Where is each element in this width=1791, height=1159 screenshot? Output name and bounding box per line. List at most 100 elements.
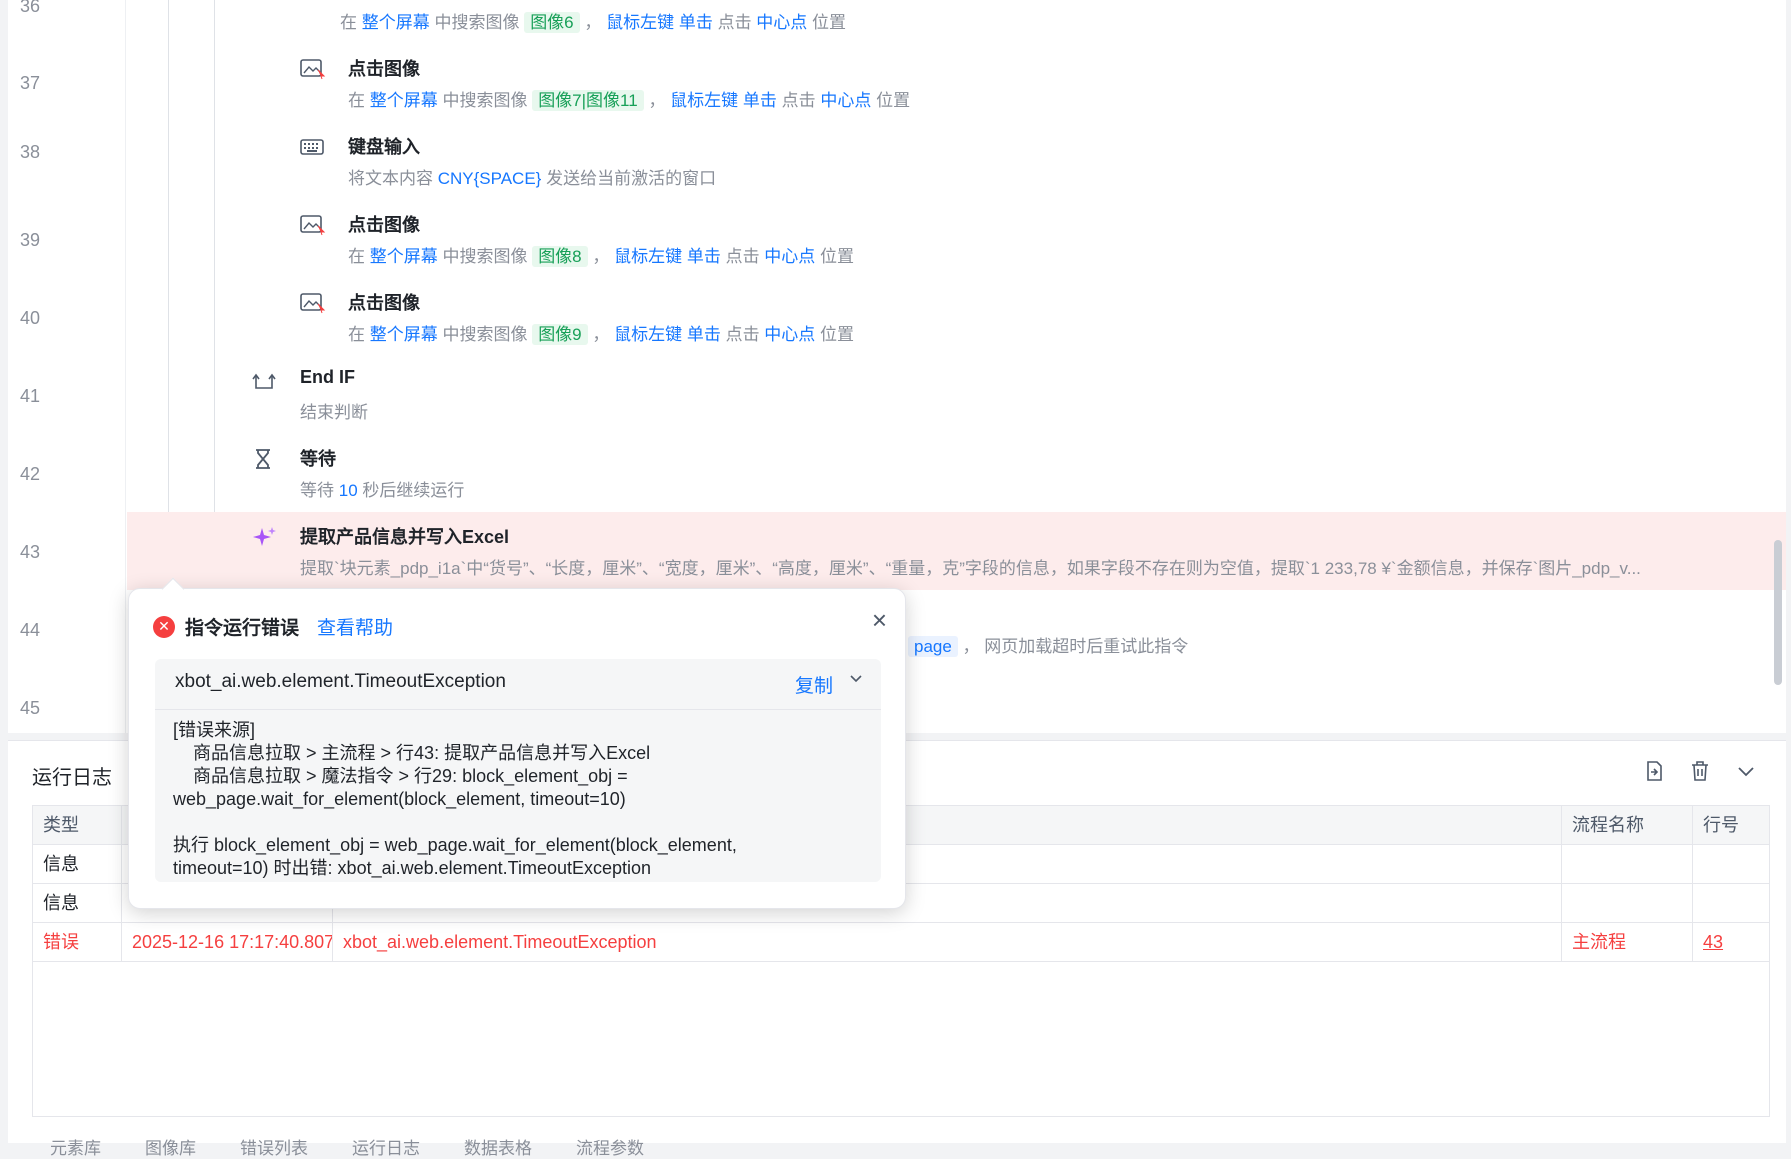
desc-text: ， 网页加载超时后重试此指令 xyxy=(957,637,1189,656)
image-tag[interactable]: 图像8 xyxy=(532,246,588,267)
tab-data-table[interactable]: 数据表格 xyxy=(464,1134,532,1159)
step-desc: 等待 10 秒后继续运行 xyxy=(300,476,464,501)
desc-keyword: 中心点 xyxy=(820,91,872,110)
cell-flow xyxy=(1562,845,1693,883)
line-number: 38 xyxy=(20,142,41,162)
desc-keyword: 10 xyxy=(338,481,358,500)
keyboard-icon xyxy=(300,136,326,158)
desc-keyword: 整个屏幕 xyxy=(369,91,438,110)
image-tag[interactable]: 图像6 xyxy=(524,12,580,33)
step-desc: 提取`块元素_pdp_i1a`中“货号”、“长度，厘米”、“宽度，厘米”、“高度… xyxy=(300,554,1641,579)
desc-keyword: 鼠标左键 xyxy=(670,91,739,110)
desc-keyword: 单击 xyxy=(678,13,713,32)
desc-keyword: 鼠标左键 xyxy=(606,13,675,32)
cell-type: 信息 xyxy=(33,845,122,883)
desc-text: 位置 xyxy=(807,13,847,32)
desc-keyword: 整个屏幕 xyxy=(361,13,430,32)
desc-text: 中搜索图像 xyxy=(437,325,533,344)
editor-scrollbar[interactable] xyxy=(1774,540,1782,685)
image-click-icon xyxy=(300,292,326,314)
desc-text: 点击 xyxy=(720,325,765,344)
step-title: 键盘输入 xyxy=(348,137,420,157)
divider xyxy=(155,709,881,710)
popover-header: ✕ 指令运行错误 查看帮助 xyxy=(153,613,393,640)
cell-line xyxy=(1693,845,1769,883)
step-title: End IF xyxy=(300,367,355,387)
magic-sparkle-icon xyxy=(252,526,278,548)
line-number: 40 xyxy=(20,308,41,328)
desc-text: 中搜索图像 xyxy=(437,247,533,266)
step-title: 提取产品信息并写入Excel xyxy=(300,527,510,547)
step-desc: 在 整个屏幕 中搜索图像 图像6 ， 鼠标左键 单击 点击 中心点 位置 xyxy=(340,8,846,33)
cell-flow xyxy=(1562,884,1693,922)
variable-tag[interactable]: page xyxy=(908,636,958,657)
cell-flow: 主流程 xyxy=(1562,923,1693,961)
cell-type: 错误 xyxy=(33,923,122,961)
tab-element-library[interactable]: 元素库 xyxy=(50,1134,101,1159)
step-title: 等待 xyxy=(300,449,336,469)
desc-text: 在 xyxy=(348,91,370,110)
error-popover: ✕ 指令运行错误 查看帮助 × xbot_ai.web.element.Time… xyxy=(128,577,906,909)
table-row-error[interactable]: 错误 2025-12-16 17:17:40.807 xbot_ai.web.e… xyxy=(33,923,1769,962)
cell-line xyxy=(1693,884,1769,922)
step-title: 点击图像 xyxy=(348,215,420,235)
popover-title: 指令运行错误 xyxy=(185,618,300,639)
column-header-flow[interactable]: 流程名称 xyxy=(1562,806,1693,844)
desc-keyword: 整个屏幕 xyxy=(369,325,438,344)
desc-keyword: 中心点 xyxy=(764,325,816,344)
desc-keyword: 鼠标左键 xyxy=(614,325,683,344)
image-tag[interactable]: 图像7|图像11 xyxy=(532,90,644,111)
copy-button[interactable]: 复制 xyxy=(795,671,833,698)
log-title: 运行日志 xyxy=(32,767,112,789)
desc-keyword: 鼠标左键 xyxy=(614,247,683,266)
chevron-down-icon[interactable] xyxy=(849,671,863,690)
tab-error-list[interactable]: 错误列表 xyxy=(240,1134,308,1159)
step-title: 点击图像 xyxy=(348,59,420,79)
tab-run-log[interactable]: 运行日志 xyxy=(352,1134,420,1159)
end-if-icon xyxy=(252,370,278,392)
close-icon[interactable]: × xyxy=(872,607,887,633)
column-header-type[interactable]: 类型 xyxy=(33,806,122,844)
image-tag[interactable]: 图像9 xyxy=(532,324,588,345)
chevron-down-icon[interactable] xyxy=(1734,759,1758,783)
desc-keyword: 中心点 xyxy=(764,247,816,266)
step-desc: 在 整个屏幕 中搜索图像 图像7|图像11 ， 鼠标左键 单击 点击 中心点 位… xyxy=(348,86,910,111)
desc-text: 中搜索图像 xyxy=(437,91,533,110)
tab-flow-params[interactable]: 流程参数 xyxy=(576,1134,644,1159)
step-desc: 在 整个屏幕 中搜索图像 图像9 ， 鼠标左键 单击 点击 中心点 位置 xyxy=(348,320,854,345)
cell-type: 信息 xyxy=(33,884,122,922)
step-desc: 在 整个屏幕 中搜索图像 图像8 ， 鼠标左键 单击 点击 中心点 位置 xyxy=(348,242,854,267)
line-number: 44 xyxy=(20,620,41,640)
desc-text: 点击 xyxy=(720,247,765,266)
bottom-tabs: 元素库 图像库 错误列表 运行日志 数据表格 流程参数 xyxy=(50,1134,644,1159)
step-desc: 将文本内容 CNY{SPACE} 发送给当前激活的窗口 xyxy=(348,164,716,189)
desc-keyword: 单击 xyxy=(686,325,721,344)
desc-text: 位置 xyxy=(815,247,855,266)
trash-icon[interactable] xyxy=(1688,759,1712,783)
log-actions xyxy=(1642,759,1758,783)
column-header-line[interactable]: 行号 xyxy=(1693,806,1769,844)
desc-text: 在 xyxy=(348,247,370,266)
line-number: 42 xyxy=(20,464,41,484)
desc-text: ， xyxy=(587,247,615,266)
export-icon[interactable] xyxy=(1642,759,1666,783)
error-traceback: [错误来源] 商品信息拉取 > 主流程 > 行43: 提取产品信息并写入Exce… xyxy=(173,720,737,878)
line-number: 37 xyxy=(20,73,41,93)
desc-text: 秒后继续运行 xyxy=(357,481,465,500)
line-link[interactable]: 43 xyxy=(1693,923,1769,961)
image-click-icon xyxy=(300,214,326,236)
desc-text: 点击 xyxy=(776,91,821,110)
desc-text: 位置 xyxy=(871,91,911,110)
desc-text: 等待 xyxy=(300,481,339,500)
line-number: 39 xyxy=(20,230,41,250)
error-detail-box: xbot_ai.web.element.TimeoutException 复制 … xyxy=(155,659,881,882)
desc-text: 提取`块元素_pdp_i1a`中“货号”、“长度，厘米”、“宽度，厘米”、“高度… xyxy=(300,559,1641,578)
image-click-icon xyxy=(300,58,326,80)
step-title: 点击图像 xyxy=(348,293,420,313)
desc-keyword: 单击 xyxy=(686,247,721,266)
help-link[interactable]: 查看帮助 xyxy=(317,613,393,640)
line-number: 41 xyxy=(20,386,41,406)
step-desc: page ， 网页加载超时后重试此指令 xyxy=(908,632,1188,657)
tab-image-library[interactable]: 图像库 xyxy=(145,1134,196,1159)
desc-text: 在 xyxy=(340,13,362,32)
